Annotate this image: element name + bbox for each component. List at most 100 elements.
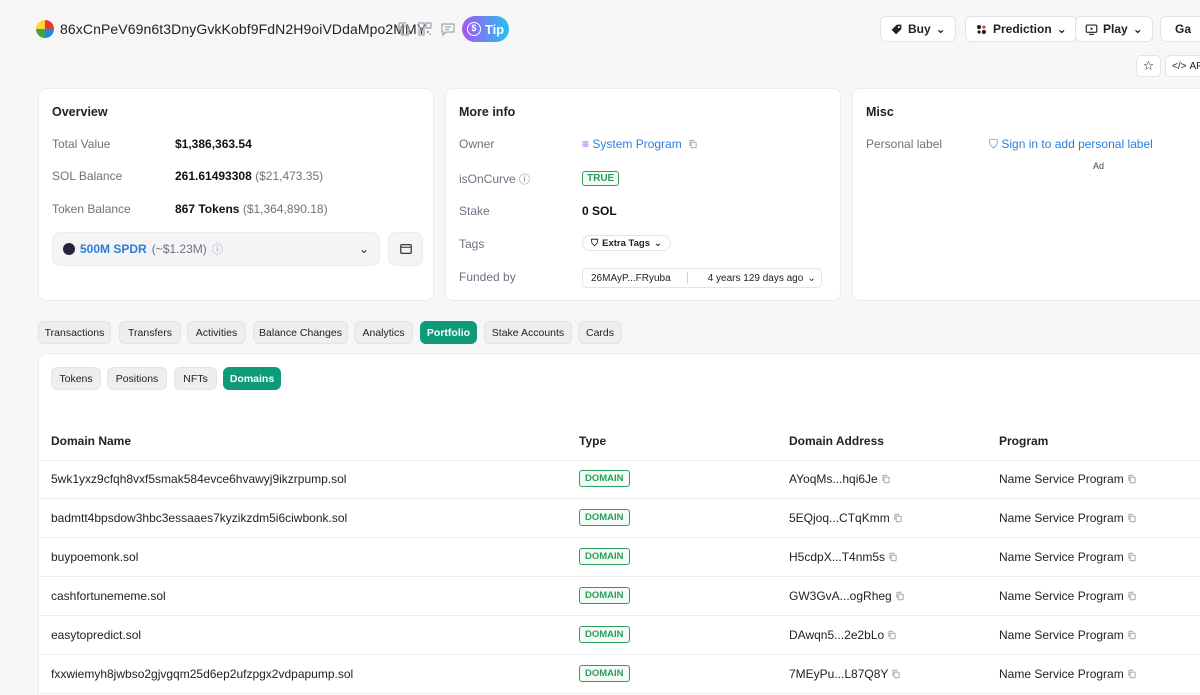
funded-by-field[interactable]: 26MAyP...FRyuba 4 years 129 days ago ⌄ <box>582 268 822 288</box>
program[interactable]: Name Service Program <box>999 550 1137 564</box>
domain-address[interactable]: H5cdpX...T4nm5s <box>789 550 898 564</box>
subtab-domains[interactable]: Domains <box>223 367 281 390</box>
tag-icon <box>891 24 902 34</box>
domain-address-link[interactable]: H5cdpX...T4nm5s <box>789 550 885 564</box>
table-row: easytopredict.sol DOMAIN DAwqn5...2e2bLo Na… <box>38 616 1200 655</box>
domain-address-link[interactable]: GW3GvA...ogRheg <box>789 589 892 603</box>
api-label: API <box>1189 60 1200 72</box>
token-balance: 867 Tokens ($1,364,890.18) <box>175 202 328 216</box>
domain-name: easytopredict.sol <box>51 628 142 642</box>
tab-analytics[interactable]: Analytics <box>354 321 413 344</box>
nav-games-button[interactable]: Ga <box>1160 16 1200 42</box>
domain-type-badge: DOMAIN <box>579 665 630 682</box>
program-link[interactable]: Name Service Program <box>999 589 1124 603</box>
owner-link[interactable]: System Program <box>592 137 681 151</box>
token-balance-label: Token Balance <box>52 202 131 216</box>
info-icon: ⓘ <box>211 244 223 256</box>
nav-buy-label: Buy <box>908 22 931 36</box>
program-link[interactable]: Name Service Program <box>999 550 1124 564</box>
nav-buy-button[interactable]: Buy ⌄ <box>880 16 956 42</box>
copy-icon[interactable] <box>1127 669 1137 679</box>
domain-address[interactable]: GW3GvA...ogRheg <box>789 589 905 603</box>
api-button[interactable]: </> API <box>1165 55 1200 77</box>
program[interactable]: Name Service Program <box>999 472 1137 486</box>
copy-icon[interactable] <box>396 21 412 37</box>
message-icon[interactable] <box>440 21 456 37</box>
copy-icon[interactable] <box>887 630 897 640</box>
subtab-positions[interactable]: Positions <box>107 367 167 390</box>
program-link[interactable]: Name Service Program <box>999 511 1124 525</box>
tip-button[interactable]: $ Tip <box>462 16 509 42</box>
favorite-button[interactable]: ☆ <box>1136 55 1161 77</box>
copy-icon[interactable] <box>881 474 891 484</box>
table-row: 5wk1yxz9cfqh8vxf5smak584evce6hvawyj9ikzr… <box>38 460 1200 499</box>
domain-address-link[interactable]: 7MEyPu...L87Q8Y <box>789 667 888 681</box>
subtab-nfts[interactable]: NFTs <box>174 367 217 390</box>
is-on-curve-text: isOnCurve <box>459 172 516 186</box>
extra-tags-button[interactable]: ⛉ Extra Tags ⌄ <box>582 235 671 251</box>
copy-icon[interactable] <box>891 669 901 679</box>
funded-by-label: Funded by <box>459 270 516 284</box>
solana-icon: ≡ <box>582 137 590 151</box>
token-select-name: 500M SPDR <box>80 242 147 256</box>
chevron-down-icon: ⌄ <box>1056 22 1067 36</box>
program[interactable]: Name Service Program <box>999 589 1137 603</box>
monitor-icon <box>1085 23 1098 35</box>
sign-in-link[interactable]: ⛉ Sign in to add personal label <box>989 137 1153 152</box>
domain-address[interactable]: AYoqMs...hqi6Je <box>789 472 891 486</box>
domain-address[interactable]: 5EQjoq...CTqKmm <box>789 511 903 525</box>
nav-play-button[interactable]: Play ⌄ <box>1075 16 1153 42</box>
program[interactable]: Name Service Program <box>999 667 1137 681</box>
personal-label-label: Personal label <box>866 137 943 151</box>
program[interactable]: Name Service Program <box>999 511 1137 525</box>
chevron-down-icon: ⌄ <box>358 242 369 256</box>
wallet-button[interactable] <box>388 232 423 266</box>
nav-prediction-label: Prediction <box>993 22 1052 36</box>
total-value: $1,386,363.54 <box>175 137 252 151</box>
sol-balance: 261.61493308 ($21,473.35) <box>175 169 323 183</box>
copy-icon[interactable] <box>1127 474 1137 484</box>
domain-address-link[interactable]: AYoqMs...hqi6Je <box>789 472 878 486</box>
tag-icon: ⛉ <box>591 237 599 249</box>
table-row: badmtt4bpsdow3hbc3essaaes7kyzikzdm5i6ciw… <box>38 499 1200 538</box>
sign-in-link-text[interactable]: Sign in to add personal label <box>1001 137 1152 151</box>
domain-address[interactable]: 7MEyPu...L87Q8Y <box>789 667 901 681</box>
program-link[interactable]: Name Service Program <box>999 472 1124 486</box>
tab-cards[interactable]: Cards <box>578 321 622 344</box>
copy-icon[interactable] <box>1127 513 1137 523</box>
sol-balance-usd: ($21,473.35) <box>255 169 324 183</box>
domain-address-link[interactable]: 5EQjoq...CTqKmm <box>789 511 890 525</box>
tab-activities[interactable]: Activities <box>187 321 246 344</box>
code-icon: </> <box>1172 60 1187 72</box>
domain-address-link[interactable]: DAwqn5...2e2bLo <box>789 628 884 642</box>
tab-transfers[interactable]: Transfers <box>119 321 181 344</box>
owner-value[interactable]: ≡ System Program <box>582 137 698 151</box>
copy-icon[interactable] <box>688 139 698 149</box>
program[interactable]: Name Service Program <box>999 628 1137 642</box>
qr-code-icon[interactable] <box>417 21 433 37</box>
tab-portfolio[interactable]: Portfolio <box>420 321 477 344</box>
tab-transactions[interactable]: Transactions <box>38 321 111 344</box>
program-link[interactable]: Name Service Program <box>999 628 1124 642</box>
sol-balance-amount: 261.61493308 <box>175 169 252 183</box>
tags-label: Tags <box>459 237 485 251</box>
program-link[interactable]: Name Service Program <box>999 667 1124 681</box>
tab-balance-changes[interactable]: Balance Changes <box>253 321 348 344</box>
domain-address[interactable]: DAwqn5...2e2bLo <box>789 628 897 642</box>
copy-icon[interactable] <box>893 513 903 523</box>
copy-icon[interactable] <box>888 552 898 562</box>
copy-icon[interactable] <box>1127 630 1137 640</box>
tab-stake-accounts[interactable]: Stake Accounts <box>484 321 572 344</box>
funded-by-address[interactable]: 26MAyP...FRyuba <box>583 273 679 284</box>
domain-name: cashfortunememe.sol <box>51 589 166 603</box>
domain-name: 5wk1yxz9cfqh8vxf5smak584evce6hvawyj9ikzr… <box>51 472 347 486</box>
copy-icon[interactable] <box>1127 591 1137 601</box>
subtab-tokens[interactable]: Tokens <box>51 367 101 390</box>
ad-label: Ad <box>1093 161 1105 171</box>
nav-prediction-button[interactable]: Prediction ⌄ <box>965 16 1077 42</box>
domain-type-badge: DOMAIN <box>579 626 630 643</box>
copy-icon[interactable] <box>1127 552 1137 562</box>
token-select[interactable]: 500M SPDR (~$1.23M) ⓘ ⌄ <box>52 232 380 266</box>
chevron-down-icon: ⌄ <box>654 237 662 249</box>
copy-icon[interactable] <box>895 591 905 601</box>
